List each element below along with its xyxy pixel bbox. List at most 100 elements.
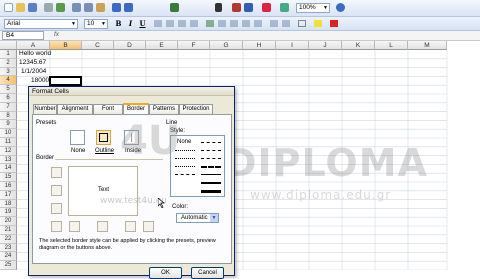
- decrease-decimal-icon[interactable]: [254, 20, 262, 27]
- chevron-down-icon[interactable]: ▼: [210, 214, 218, 222]
- border-bottom-button[interactable]: [51, 203, 62, 214]
- line-style-dotted-3[interactable]: [175, 166, 195, 167]
- hyperlink-icon[interactable]: [170, 3, 179, 12]
- chevron-down-icon[interactable]: ▼: [323, 4, 328, 12]
- underline-button[interactable]: U: [138, 19, 147, 29]
- font-name-select[interactable]: Arial ▼: [4, 19, 78, 29]
- tab-protection[interactable]: Protection: [179, 104, 213, 114]
- increase-indent-icon[interactable]: [282, 20, 290, 27]
- drawing-icon[interactable]: [280, 3, 289, 12]
- border-diagonal-up-button[interactable]: [51, 221, 62, 232]
- cell-a2[interactable]: 12345.67: [19, 59, 46, 67]
- border-diagonal-down-button[interactable]: [143, 221, 154, 232]
- tab-font[interactable]: Font: [93, 104, 123, 114]
- cell-a3[interactable]: 1/1/2004: [21, 68, 46, 76]
- fill-color-icon[interactable]: [314, 20, 322, 27]
- row-header-7[interactable]: 7: [0, 102, 17, 112]
- border-preview[interactable]: Text: [68, 166, 138, 216]
- tab-border[interactable]: Border: [123, 103, 149, 114]
- cut-icon[interactable]: [72, 3, 81, 12]
- border-middle-vertical-button[interactable]: [97, 221, 108, 232]
- align-center-icon[interactable]: [166, 20, 174, 27]
- row-header-8[interactable]: 8: [0, 111, 17, 121]
- help-icon[interactable]: [336, 3, 345, 12]
- percent-icon[interactable]: [218, 20, 226, 27]
- print-icon[interactable]: [44, 3, 53, 12]
- border-left-button[interactable]: [69, 221, 80, 232]
- line-style-medium-dash[interactable]: [201, 166, 221, 168]
- chart-wizard-icon[interactable]: [262, 3, 271, 12]
- row-header-9[interactable]: 9: [0, 120, 17, 130]
- name-box[interactable]: B4: [2, 31, 44, 40]
- line-style-medium[interactable]: [201, 182, 221, 184]
- open-icon[interactable]: [16, 3, 25, 12]
- line-style-thin[interactable]: [201, 174, 221, 175]
- increase-decimal-icon[interactable]: [242, 20, 250, 27]
- save-icon[interactable]: [28, 3, 37, 12]
- line-style-dash-dot[interactable]: [175, 174, 195, 175]
- align-right-icon[interactable]: [178, 20, 186, 27]
- sort-ascending-icon[interactable]: [232, 3, 241, 12]
- line-color-select[interactable]: Automatic ▼: [176, 213, 219, 223]
- row-header-5[interactable]: 5: [0, 85, 17, 94]
- sort-descending-icon[interactable]: [244, 3, 253, 12]
- row-header-11[interactable]: 11: [0, 138, 17, 147]
- border-top-button[interactable]: [51, 167, 62, 178]
- chevron-down-icon[interactable]: ▼: [101, 20, 106, 28]
- row-header-10[interactable]: 10: [0, 129, 17, 138]
- spelling-icon[interactable]: [56, 3, 65, 12]
- line-style-thick[interactable]: [201, 190, 221, 193]
- cancel-button[interactable]: Cancel: [191, 267, 224, 279]
- row-header-15[interactable]: 15: [0, 173, 17, 182]
- zoom-box[interactable]: 100% ▼: [296, 3, 330, 13]
- autosum-icon[interactable]: [215, 3, 222, 12]
- row-header-16[interactable]: 16: [0, 182, 17, 191]
- row-header-19[interactable]: 19: [0, 208, 17, 218]
- redo-icon[interactable]: [124, 3, 133, 12]
- row-header-23[interactable]: 23: [0, 243, 17, 253]
- row-header-3[interactable]: 3: [0, 67, 17, 77]
- bold-button[interactable]: B: [114, 19, 123, 29]
- font-color-icon[interactable]: [330, 20, 338, 27]
- row-header-1[interactable]: 1: [0, 50, 17, 59]
- border-right-button[interactable]: [125, 221, 136, 232]
- undo-icon[interactable]: [112, 3, 121, 12]
- currency-icon[interactable]: [206, 20, 214, 27]
- border-middle-horizontal-button[interactable]: [51, 185, 62, 196]
- line-style-dash-dot-dot[interactable]: [201, 142, 221, 143]
- cell-a1[interactable]: Hello world: [19, 50, 51, 58]
- active-cell-b4[interactable]: [49, 76, 82, 86]
- preset-none-button[interactable]: [70, 130, 85, 145]
- row-header-12[interactable]: 12: [0, 146, 17, 156]
- row-header-25[interactable]: 25: [0, 261, 17, 270]
- decrease-indent-icon[interactable]: [270, 20, 278, 27]
- ok-button[interactable]: OK: [149, 267, 182, 279]
- comma-style-icon[interactable]: [230, 20, 238, 27]
- borders-icon[interactable]: [298, 20, 306, 27]
- tab-number[interactable]: Number: [33, 104, 57, 114]
- align-left-icon[interactable]: [154, 20, 162, 27]
- row-header-18[interactable]: 18: [0, 199, 17, 209]
- tab-patterns[interactable]: Patterns: [149, 104, 179, 114]
- row-header-14[interactable]: 14: [0, 164, 17, 174]
- new-icon[interactable]: [4, 3, 13, 12]
- paste-icon[interactable]: [96, 3, 105, 12]
- tab-alignment[interactable]: Alignment: [57, 104, 93, 114]
- row-header-21[interactable]: 21: [0, 226, 17, 235]
- italic-button[interactable]: I: [126, 19, 135, 29]
- row-header-13[interactable]: 13: [0, 155, 17, 165]
- line-style-dashed-1[interactable]: [201, 150, 221, 151]
- merge-center-icon[interactable]: [190, 20, 198, 27]
- preset-outline-button[interactable]: [96, 130, 111, 145]
- row-header-20[interactable]: 20: [0, 217, 17, 226]
- chevron-down-icon[interactable]: ▼: [71, 20, 76, 28]
- function-icon[interactable]: fx: [54, 31, 59, 38]
- copy-icon[interactable]: [84, 3, 93, 12]
- line-style-dashed-2[interactable]: [201, 158, 221, 159]
- font-size-select[interactable]: 10 ▼: [84, 19, 108, 29]
- row-header-6[interactable]: 6: [0, 94, 17, 103]
- row-header-4[interactable]: 4: [0, 76, 17, 86]
- row-header-24[interactable]: 24: [0, 252, 17, 262]
- row-header-2[interactable]: 2: [0, 58, 17, 68]
- cell-a4[interactable]: 18000: [31, 77, 49, 85]
